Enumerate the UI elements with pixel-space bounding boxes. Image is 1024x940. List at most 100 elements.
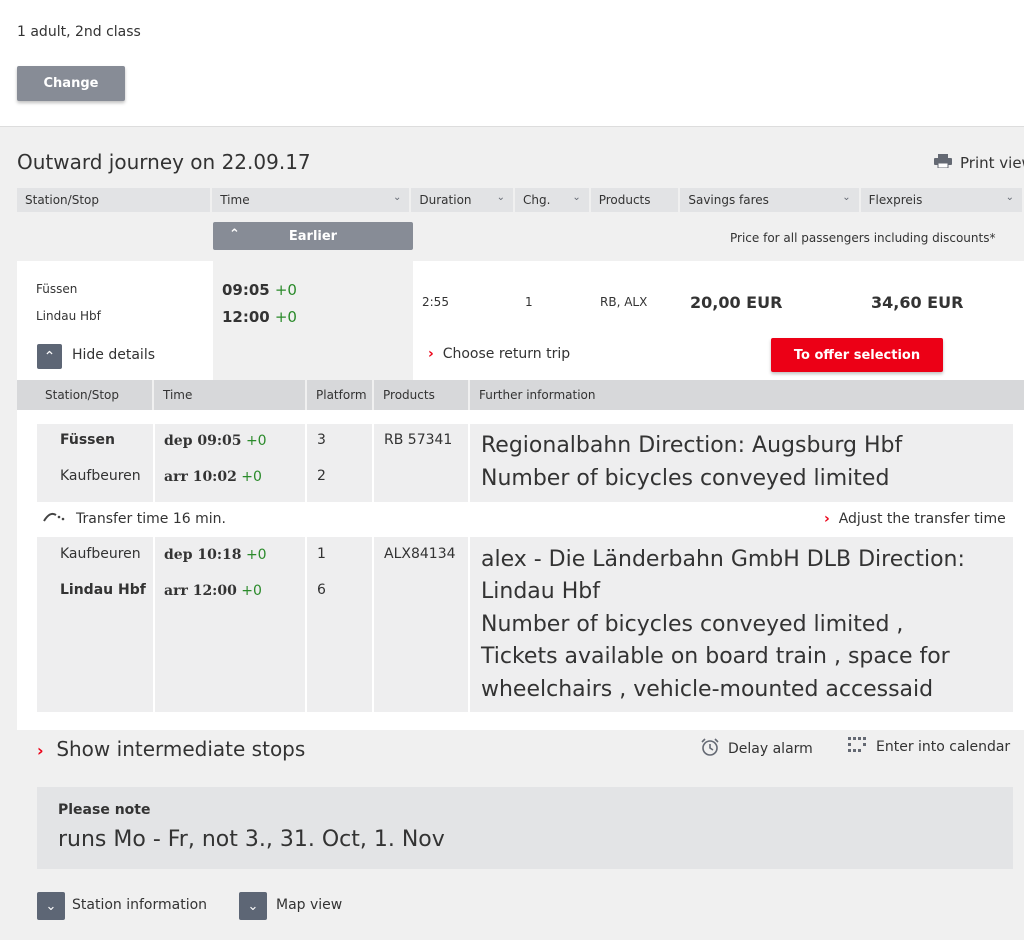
- leg-time: arr 12:00: [164, 583, 237, 599]
- leg-delay: +0: [245, 433, 267, 449]
- leg-2-info-line: Lindau Hbf: [481, 579, 600, 604]
- column-label: Products: [383, 388, 435, 402]
- leg-2-platform-from: 1: [317, 546, 326, 562]
- leg-1-departure: dep 09:05 +0: [164, 433, 267, 449]
- column-duration[interactable]: Duration ⌄: [411, 188, 513, 212]
- leg-time: arr 10:02: [164, 469, 237, 485]
- leg-2-info-line: alex - Die Länderbahn GmbH DLB Direction…: [481, 547, 965, 572]
- column-label: Further information: [479, 388, 596, 402]
- transfer-time: Transfer time 16 min.: [76, 511, 226, 527]
- column-label: Time: [163, 388, 193, 402]
- flexpreis-price[interactable]: 34,60 EUR: [871, 293, 963, 312]
- column-label: Chg.: [522, 193, 551, 207]
- choose-return-link[interactable]: › Choose return trip: [428, 346, 570, 362]
- leg-1-stop-to[interactable]: Kaufbeuren: [60, 468, 141, 484]
- chevron-down-icon: ⌄: [496, 192, 505, 203]
- show-stops-label: Show intermediate stops: [56, 737, 306, 761]
- column-label: Time: [220, 193, 250, 207]
- savings-fare-price[interactable]: 20,00 EUR: [690, 293, 782, 312]
- earlier-label: Earlier: [288, 228, 338, 244]
- leg-delay: +0: [241, 583, 262, 599]
- enter-calendar-link[interactable]: Enter into calendar: [848, 737, 1010, 757]
- column-changes[interactable]: Chg. ⌄: [514, 188, 589, 212]
- leg-delay: +0: [241, 469, 262, 485]
- choose-return-label: Choose return trip: [442, 346, 571, 362]
- column-label: Platform: [316, 388, 367, 402]
- leg-2-product: ALX84134: [384, 546, 456, 562]
- leg-2-stop-to[interactable]: Lindau Hbf: [60, 582, 146, 598]
- leg-1-stop-from[interactable]: Füssen: [60, 432, 115, 448]
- connection-products: RB, ALX: [600, 295, 648, 309]
- print-view-link[interactable]: Print view: [934, 154, 1024, 172]
- leg-2-departure: dep 10:18 +0: [164, 547, 267, 563]
- column-savings-fares[interactable]: Savings fares ⌄: [680, 188, 859, 212]
- calendar-icon: [848, 737, 868, 757]
- connection-arrival: 12:00 +0: [222, 307, 297, 326]
- leg-2-info-line: Tickets available on board train , space…: [481, 644, 950, 669]
- leg-1-info-line: Regionalbahn Direction: Augsburg Hbf: [481, 433, 903, 458]
- connection-duration: 2:55: [422, 295, 449, 309]
- note-text: runs Mo - Fr, not 3., 31. Oct, 1. Nov: [58, 827, 445, 852]
- column-flexpreis[interactable]: Flexpreis ⌄: [860, 188, 1022, 212]
- delay-alarm-link[interactable]: Delay alarm: [700, 737, 813, 761]
- chevron-down-icon: ⌄: [1005, 192, 1014, 203]
- passenger-summary: 1 adult, 2nd class: [17, 24, 141, 40]
- chevron-right-icon: ›: [428, 346, 434, 362]
- hide-details-link[interactable]: Hide details: [72, 347, 155, 363]
- show-intermediate-stops-link[interactable]: › Show intermediate stops: [37, 737, 305, 761]
- map-view-link[interactable]: Map view: [276, 897, 342, 913]
- adjust-transfer-label: Adjust the transfer time: [838, 511, 1006, 527]
- calendar-label: Enter into calendar: [876, 739, 1011, 755]
- print-view-label: Print view: [960, 154, 1024, 172]
- page-title: Outward journey on 22.09.17: [17, 150, 311, 174]
- arrival-delay: +0: [274, 308, 297, 326]
- adjust-transfer-link[interactable]: › Adjust the transfer time: [824, 511, 1006, 527]
- column-label: Station/Stop: [25, 193, 99, 207]
- leg-time: dep 09:05: [164, 433, 242, 449]
- chevron-down-icon: ⌄: [393, 192, 402, 203]
- leg-delay: +0: [245, 547, 267, 563]
- connection-cell-info: [413, 261, 681, 380]
- leg-time: dep 10:18: [164, 547, 242, 563]
- chevron-down-icon[interactable]: ⌄: [37, 892, 65, 920]
- connection-to: Lindau Hbf: [36, 309, 101, 323]
- column-station: Station/Stop: [17, 188, 211, 212]
- delay-alarm-label: Delay alarm: [728, 741, 813, 757]
- connection-departure: 09:05 +0: [222, 280, 297, 299]
- station-information-link[interactable]: Station information: [72, 897, 207, 913]
- connection-from: Füssen: [36, 282, 78, 296]
- column-label: Products: [598, 193, 651, 207]
- leg-1-platform-from: 3: [317, 432, 326, 448]
- leg-1-arrival: arr 10:02 +0: [164, 469, 262, 485]
- walking-transfer-icon: [42, 511, 66, 527]
- column-label: Station/Stop: [45, 388, 119, 402]
- chevron-down-icon[interactable]: ⌄: [239, 892, 267, 920]
- leg-1-product: RB 57341: [384, 432, 453, 448]
- leg-2-platform-to: 6: [317, 582, 326, 598]
- leg-1-info-line: Number of bicycles conveyed limited: [481, 466, 890, 491]
- chevron-down-icon: ⌄: [572, 192, 581, 203]
- chevron-up-icon[interactable]: ⌃: [37, 344, 62, 369]
- column-time[interactable]: Time ⌄: [212, 188, 410, 212]
- note-title: Please note: [58, 802, 151, 818]
- offer-selection-button[interactable]: To offer selection: [771, 338, 943, 372]
- departure-time: 09:05: [222, 281, 270, 299]
- earlier-button[interactable]: ⌃ Earlier: [213, 222, 413, 250]
- departure-delay: +0: [274, 281, 297, 299]
- chevron-right-icon: ›: [37, 741, 44, 760]
- leg-2-info-line: wheelchairs , vehicle-mounted accessaid: [481, 677, 934, 702]
- price-note: Price for all passengers including disco…: [730, 231, 996, 245]
- change-button[interactable]: Change: [17, 66, 125, 101]
- alarm-clock-icon: [700, 737, 720, 761]
- column-label: Savings fares: [688, 193, 769, 207]
- arrival-time: 12:00: [222, 308, 270, 326]
- leg-1-platform-to: 2: [317, 468, 326, 484]
- connection-changes: 1: [525, 295, 533, 309]
- chevron-down-icon: ⌄: [842, 192, 851, 203]
- chevron-right-icon: ›: [824, 511, 830, 527]
- column-products: Products: [590, 188, 679, 212]
- leg-2-stop-from[interactable]: Kaufbeuren: [60, 546, 141, 562]
- leg-2-info-line: Number of bicycles conveyed limited ,: [481, 612, 904, 637]
- column-label: Flexpreis: [868, 193, 923, 207]
- chevron-up-icon: ⌃: [229, 227, 240, 242]
